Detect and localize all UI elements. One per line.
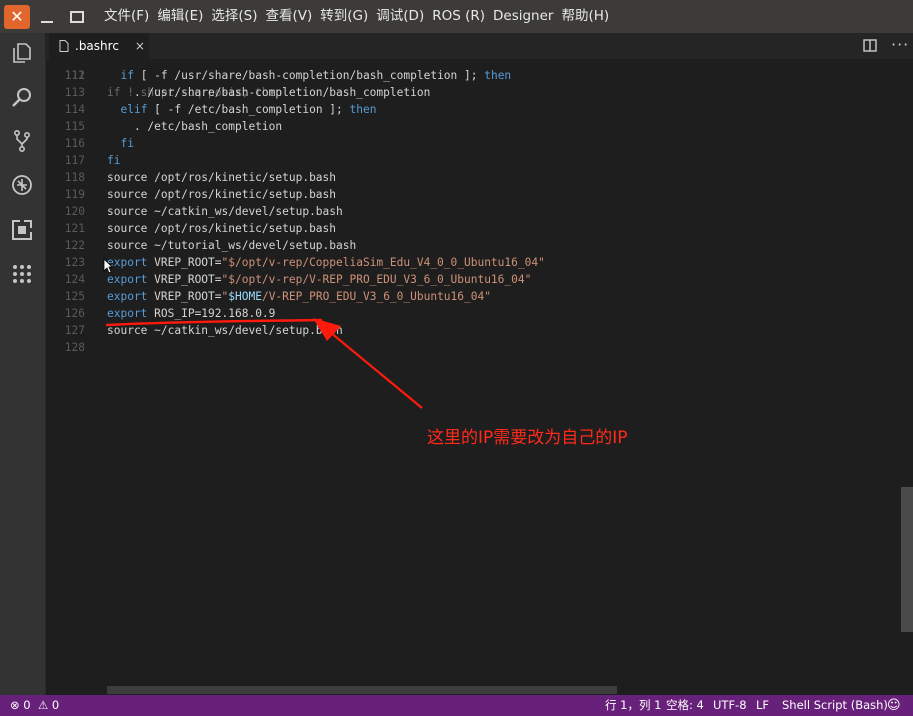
- menu-help[interactable]: 帮助(H): [557, 0, 613, 33]
- tab-bar: .bashrc × ···: [45, 33, 913, 59]
- file-icon: [59, 40, 69, 52]
- more-actions-icon[interactable]: ···: [891, 35, 909, 54]
- menu-designer[interactable]: Designer: [489, 0, 557, 33]
- vertical-scrollbar[interactable]: [901, 487, 913, 632]
- window-close-button[interactable]: ✕: [4, 4, 30, 29]
- error-count: 0: [23, 698, 31, 712]
- debug-icon[interactable]: [10, 173, 34, 197]
- warning-count: 0: [51, 698, 60, 712]
- language-mode[interactable]: Shell Script (Bash): [782, 695, 888, 716]
- menu-view[interactable]: 查看(V): [262, 0, 317, 33]
- encoding[interactable]: UTF-8: [713, 695, 747, 716]
- tab-bashrc[interactable]: .bashrc ×: [49, 33, 149, 59]
- horizontal-scrollbar[interactable]: [107, 686, 617, 694]
- problems-indicator[interactable]: ⊗ 0 ⚠ 0: [10, 695, 59, 716]
- menu-go[interactable]: 转到(G): [316, 0, 372, 33]
- menu-debug[interactable]: 调试(D): [372, 0, 428, 33]
- annotation-arrow-shaft: [318, 322, 423, 409]
- menu-file[interactable]: 文件(F): [100, 0, 153, 33]
- indentation[interactable]: 空格: 4: [666, 695, 704, 716]
- menu-ros[interactable]: ROS (R): [428, 0, 489, 33]
- close-icon: ✕: [10, 7, 24, 26]
- cursor-position[interactable]: 行 1，列 1: [605, 695, 661, 716]
- search-icon[interactable]: [10, 85, 34, 109]
- maximize-icon: [70, 10, 84, 23]
- activity-bar: [0, 33, 46, 695]
- menu-selection[interactable]: 选择(S): [207, 0, 261, 33]
- tab-label: .bashrc: [75, 39, 119, 53]
- apps-grid-icon[interactable]: [10, 262, 34, 286]
- window-minimize-button[interactable]: [34, 5, 60, 29]
- split-editor-icon[interactable]: [863, 39, 877, 52]
- mouse-cursor-icon: [103, 258, 113, 274]
- smiley-icon[interactable]: ☺: [887, 695, 901, 716]
- minimize-icon: [41, 20, 53, 23]
- error-icon: ⊗: [10, 698, 20, 712]
- source-control-icon[interactable]: [10, 129, 34, 153]
- warning-icon: ⚠: [37, 698, 49, 712]
- annotation-overlay: [105, 318, 423, 409]
- menu-bar: 文件(F) 编辑(E) 选择(S) 查看(V) 转到(G) 调试(D) ROS …: [100, 0, 613, 33]
- tab-close-icon[interactable]: ×: [135, 39, 145, 53]
- annotation-text: 这里的IP需要改为自己的IP: [427, 428, 628, 448]
- explorer-icon[interactable]: [10, 41, 34, 65]
- status-bar: ⊗ 0 ⚠ 0 行 1，列 1 空格: 4 UTF-8 LF Shell Scr…: [0, 695, 913, 716]
- end-of-line[interactable]: LF: [756, 695, 769, 716]
- extensions-icon[interactable]: [10, 218, 34, 242]
- menu-edit[interactable]: 编辑(E): [153, 0, 207, 33]
- annotation-underline: [105, 318, 323, 327]
- window-maximize-button[interactable]: [64, 5, 90, 29]
- title-bar: ✕ 文件(F) 编辑(E) 选择(S) 查看(V) 转到(G) 调试(D) RO…: [0, 0, 913, 33]
- code-editor[interactable]: 111 if ! shopt -oq posix; then 112 if [ …: [45, 59, 913, 695]
